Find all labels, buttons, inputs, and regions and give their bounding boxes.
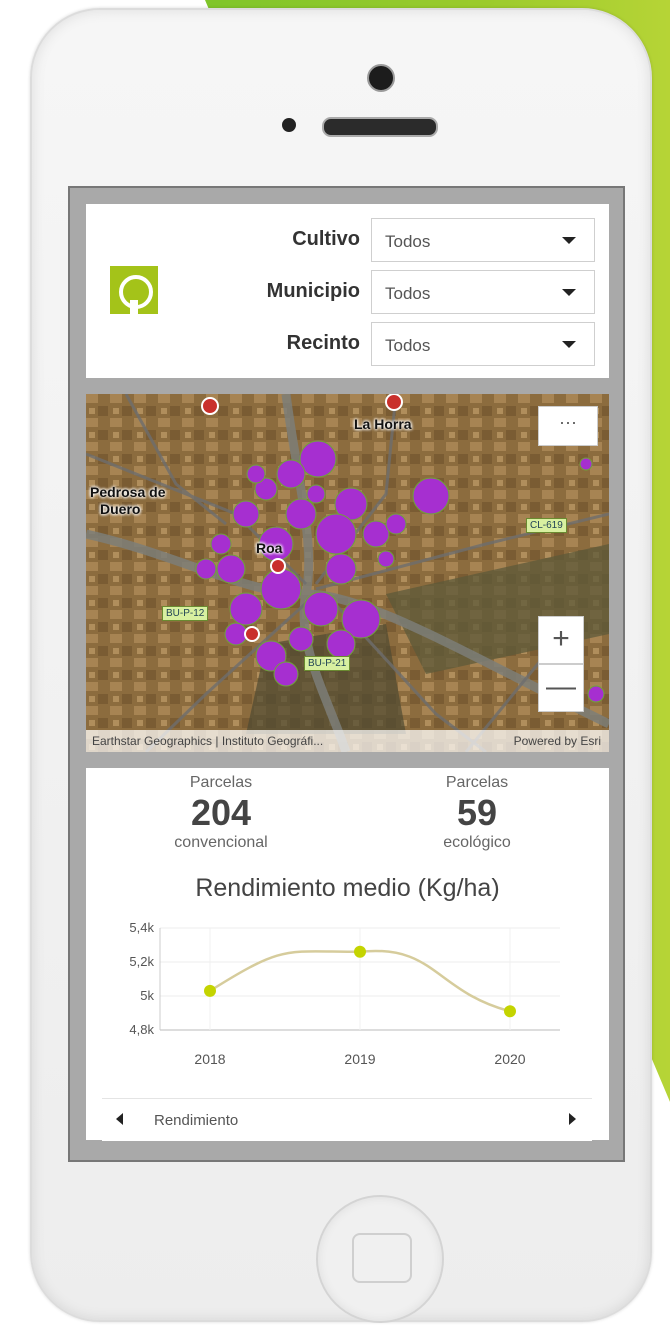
stat-caption: Parcelas	[189, 774, 253, 791]
place-label-roa: Roa	[256, 540, 283, 556]
map-attribution: Earthstar Geographics | Instituto Geográ…	[86, 730, 609, 752]
filter-panel: Cultivo Todos Municipio Todos Recinto To…	[86, 204, 609, 378]
place-label-la-horra: La Horra	[354, 416, 412, 432]
filter-row-municipio: Municipio Todos	[206, 270, 596, 314]
stat-subtitle: convencional	[174, 834, 268, 851]
place-label-pedrosa: Pedrosa de	[90, 484, 166, 500]
municipio-label: Municipio	[266, 280, 360, 302]
speaker-grille	[322, 117, 438, 137]
sensor-icon	[282, 118, 296, 132]
map-more-button[interactable]: ···	[538, 406, 598, 446]
home-square-icon	[352, 1233, 412, 1283]
filter-row-cultivo: Cultivo Todos	[206, 218, 596, 262]
road-label-a: BU-P-12	[162, 606, 209, 621]
chevron-down-icon	[562, 237, 576, 244]
chevron-down-icon	[562, 289, 576, 296]
data-point	[504, 1005, 516, 1018]
legend-item-rendimiento[interactable]: Rendimiento	[154, 1112, 238, 1129]
map-canvas[interactable]	[86, 394, 609, 752]
powered-by-esri[interactable]: Powered by Esri	[514, 734, 601, 748]
chart-title: Rendimiento medio (Kg/ha)	[195, 874, 500, 902]
x-tick-label: 2018	[194, 1051, 225, 1067]
zoom-in-button[interactable]: +	[538, 616, 584, 664]
logo-stem-icon	[130, 300, 138, 314]
y-tick-label: 4,8k	[129, 1022, 154, 1037]
road-label-cl619: CL-619	[526, 518, 567, 533]
home-button[interactable]	[316, 1195, 444, 1323]
recinto-label: Recinto	[286, 332, 360, 354]
map-view[interactable]: La Horra Pedrosa de Duero Roa CL-619 BU-…	[86, 394, 609, 752]
municipio-select[interactable]: Todos	[371, 270, 595, 314]
stat-convencional: Parcelas 204 convencional	[126, 774, 316, 852]
chevron-down-icon	[562, 341, 576, 348]
x-tick-label: 2019	[344, 1051, 375, 1067]
x-tick-label: 2020	[494, 1051, 525, 1067]
stat-number: 204	[190, 792, 252, 833]
y-tick-label: 5k	[140, 988, 154, 1003]
phone-screen: Cultivo Todos Municipio Todos Recinto To…	[68, 186, 625, 1162]
y-tick-label: 5,4k	[129, 920, 154, 935]
filter-row-recinto: Recinto Todos	[206, 322, 596, 366]
recinto-select-value: Todos	[385, 336, 431, 355]
chart-legend-bar: Rendimiento	[102, 1098, 592, 1141]
place-label-duero: Duero	[100, 501, 141, 517]
stat-caption: Parcelas	[445, 774, 509, 791]
legend-next-arrow-icon[interactable]	[569, 1113, 576, 1125]
yield-line-chart: 4,8k 5k 5,2k 5,4k 2018 2019 2020	[129, 920, 560, 1067]
cultivo-label: Cultivo	[292, 228, 360, 250]
attribution-sources[interactable]: Earthstar Geographics | Instituto Geográ…	[92, 734, 323, 748]
stat-subtitle: ecológico	[443, 834, 511, 851]
stats-panel: Parcelas 204 convencional Parcelas 59 ec…	[86, 768, 609, 1141]
legend-prev-arrow-icon[interactable]	[116, 1113, 123, 1125]
data-point	[204, 984, 216, 997]
cultivo-select-value: Todos	[385, 232, 431, 251]
recinto-select[interactable]: Todos	[371, 322, 595, 366]
road-label-b: BU-P-21	[304, 656, 351, 671]
app-logo	[110, 266, 158, 314]
stat-number: 59	[456, 792, 498, 833]
stat-ecologico: Parcelas 59 ecológico	[382, 774, 572, 852]
cultivo-select[interactable]: Todos	[371, 218, 595, 262]
zoom-out-button[interactable]: —	[538, 664, 584, 712]
data-point	[354, 945, 366, 958]
front-camera-icon	[367, 64, 395, 92]
y-tick-label: 5,2k	[129, 954, 154, 969]
municipio-select-value: Todos	[385, 284, 431, 303]
